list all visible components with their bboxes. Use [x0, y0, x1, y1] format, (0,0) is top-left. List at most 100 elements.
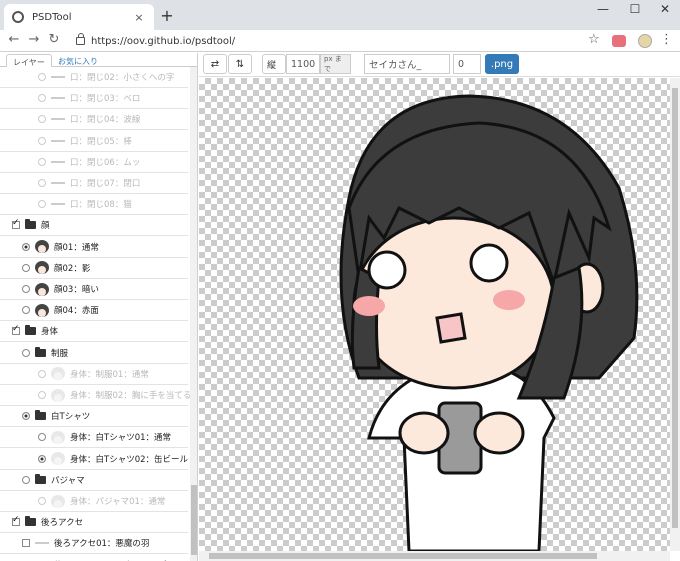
flip-vertical-button[interactable]: ⇅	[228, 54, 252, 74]
layer-thumbnail	[51, 160, 65, 163]
layer-row[interactable]: 制服	[0, 342, 188, 364]
layer-row[interactable]: 後ろアクセ01：悪魔の羽	[0, 533, 188, 555]
character-illustration	[339, 94, 639, 551]
layer-radio[interactable]	[22, 285, 30, 293]
layer-checkbox[interactable]	[12, 515, 20, 527]
lock-icon	[76, 33, 85, 45]
tab-close-icon[interactable]: ×	[132, 11, 146, 24]
canvas-vertical-scrollbar[interactable]	[670, 78, 680, 551]
folder-icon	[35, 410, 46, 421]
layer-radio[interactable]	[38, 94, 46, 103]
layer-label: 顔03：暗い	[54, 285, 99, 295]
export-png-button[interactable]: .png	[485, 54, 519, 74]
layer-thumbnail	[51, 388, 65, 402]
layer-row[interactable]: 顔01：通常	[0, 236, 188, 258]
window-close-button[interactable]: ✕	[650, 0, 680, 18]
layer-row[interactable]: 口：閉じ07：閉口	[0, 173, 188, 194]
layer-label: 身体：制服01：通常	[70, 369, 149, 380]
layer-row[interactable]: 身体	[0, 321, 188, 343]
layer-row[interactable]: 身体：制服01：通常	[0, 363, 188, 385]
panel-tabs: レイヤー お気に入り	[0, 53, 197, 68]
layer-thumbnail	[51, 97, 65, 100]
bookmark-star-icon[interactable]: ☆	[588, 32, 600, 47]
layer-checkbox[interactable]	[12, 324, 20, 336]
layer-thumbnail	[51, 139, 65, 142]
layer-label: 顔04：赤面	[54, 306, 99, 317]
layer-radio[interactable]	[38, 115, 46, 124]
layer-row[interactable]: 口：閉じ02：小さくへの字	[0, 67, 188, 88]
layer-row[interactable]: 口：閉じ03：ベロ	[0, 88, 188, 110]
layer-radio[interactable]	[38, 179, 46, 187]
layer-row[interactable]: 身体：白Tシャツ02：缶ビール	[0, 448, 189, 470]
minimize-button[interactable]: —	[588, 0, 618, 18]
layer-radio[interactable]	[38, 454, 46, 463]
layer-radio[interactable]	[38, 433, 46, 442]
panel-scrollbar-thumb[interactable]	[191, 485, 197, 555]
layer-label: 制服	[51, 348, 69, 359]
browser-menu-icon[interactable]: ⋮	[660, 32, 673, 47]
layer-row[interactable]: 後ろアクセ	[0, 512, 188, 534]
layer-radio[interactable]	[38, 157, 46, 166]
browser-tab[interactable]: PSDTool ×	[4, 4, 154, 30]
layer-row[interactable]: 顔02：影	[0, 257, 188, 279]
layer-label: 顔01：通常	[54, 242, 99, 253]
layer-radio[interactable]	[38, 136, 46, 145]
layer-row[interactable]: 顔03：暗い	[0, 279, 188, 300]
layer-radio[interactable]	[22, 348, 30, 357]
layer-row[interactable]: 白Tシャツ	[0, 406, 188, 428]
layer-radio[interactable]	[38, 200, 46, 209]
reload-button[interactable]: ↻	[46, 32, 62, 47]
canvas-horizontal-scrollbar[interactable]	[199, 551, 670, 561]
tab-favorites[interactable]: お気に入り	[52, 54, 104, 68]
back-button[interactable]: ←	[6, 32, 22, 47]
panel-scrollbar[interactable]	[190, 67, 197, 561]
layer-row[interactable]: 口：閉じ08：猫	[0, 194, 188, 216]
omnibox[interactable]: https://oov.github.io/psdtool/	[66, 32, 606, 50]
counter-input[interactable]: 0	[453, 54, 481, 74]
layer-radio[interactable]	[38, 497, 46, 505]
layer-thumbnail	[35, 261, 49, 275]
layer-label: 身体：パジャマ01：通常	[70, 497, 166, 507]
size-input[interactable]: 1100	[286, 54, 320, 74]
layer-label: 後ろアクセ	[41, 518, 84, 529]
extension-icon[interactable]	[612, 35, 626, 47]
layer-row[interactable]: 身体：制服02：胸に手を当てる	[0, 385, 191, 406]
layer-radio[interactable]	[22, 306, 30, 315]
tab-layers[interactable]: レイヤー	[6, 54, 52, 68]
layer-checkbox[interactable]	[12, 218, 20, 230]
layer-radio[interactable]	[22, 242, 30, 251]
layer-label: 口：閉じ05：棒	[70, 136, 132, 147]
layer-row[interactable]: 口：閉じ04：波線	[0, 109, 188, 131]
layer-row[interactable]: 後ろアクセ02：悪魔のしっぽ	[0, 554, 188, 561]
profile-avatar[interactable]	[638, 34, 652, 48]
forward-button[interactable]: →	[26, 32, 42, 47]
layer-row[interactable]: 身体：白Tシャツ01：通常	[0, 427, 188, 449]
layer-tree: 口：閉じ02：小さくへの字 口：閉じ03：ベロ 口：閉じ04：波線口：閉じ05：棒口…	[0, 67, 191, 561]
maximize-button[interactable]: ☐	[620, 0, 650, 18]
layer-radio[interactable]	[38, 73, 46, 81]
layer-radio[interactable]	[38, 369, 46, 378]
layer-radio[interactable]	[22, 475, 30, 484]
layer-row[interactable]: 顔	[0, 215, 188, 237]
layer-row[interactable]: 顔04：赤面	[0, 300, 188, 322]
canvas-toolbar: ⇄ ⇅ 縦 1100 px まで セイカさん_ 0 .png	[199, 53, 680, 77]
folder-icon	[25, 516, 36, 527]
layer-row[interactable]: 口：閉じ05：棒	[0, 130, 188, 152]
new-tab-button[interactable]: +	[158, 6, 176, 25]
layer-radio[interactable]	[22, 263, 30, 272]
filename-input[interactable]: セイカさん_	[364, 54, 450, 74]
orientation-select[interactable]: 縦	[262, 54, 286, 74]
preview-canvas[interactable]	[199, 78, 670, 551]
layer-checkbox[interactable]	[22, 539, 30, 548]
layer-row[interactable]: 身体：パジャマ01：通常	[0, 491, 188, 512]
layer-radio[interactable]	[22, 412, 30, 421]
canvas-horizontal-scrollbar-thumb[interactable]	[209, 553, 597, 559]
canvas-vertical-scrollbar-thumb[interactable]	[672, 88, 678, 528]
layer-row[interactable]: パジャマ	[0, 469, 188, 491]
layer-radio[interactable]	[38, 391, 46, 399]
layer-label: 身体：白Tシャツ02：缶ビール	[70, 454, 189, 465]
globe-icon	[12, 11, 24, 23]
flip-horizontal-button[interactable]: ⇄	[203, 54, 227, 74]
folder-icon	[25, 325, 36, 336]
layer-row[interactable]: 口：閉じ06：ムッ	[0, 151, 188, 173]
